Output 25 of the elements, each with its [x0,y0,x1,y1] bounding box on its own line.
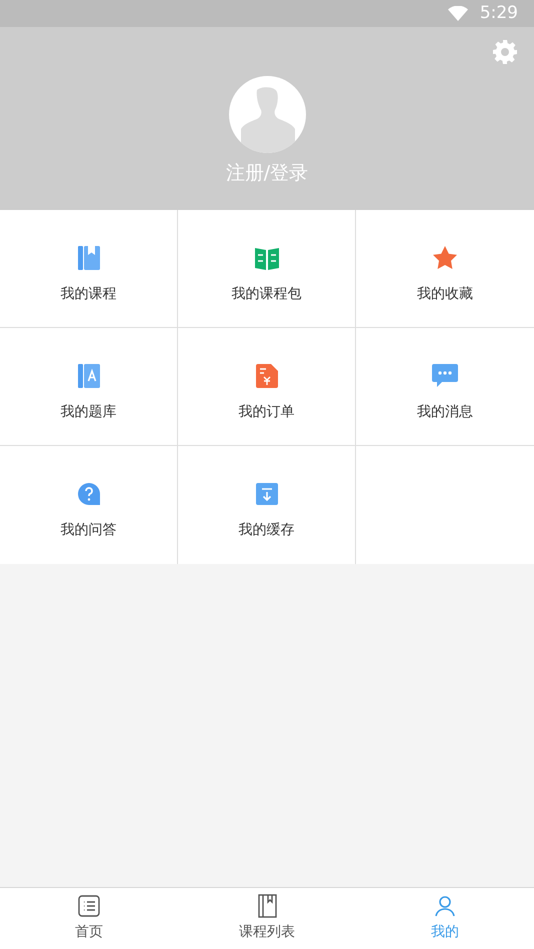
menu-item[interactable]: 我的收藏 [356,210,534,328]
book-icon [258,894,276,918]
open-book-icon [254,246,278,270]
book-icon [78,364,100,388]
wifi-icon [448,6,468,21]
menu-item[interactable]: 我的缓存 [178,446,356,564]
menu-item[interactable]: 我的课程包 [178,210,356,328]
status-time: 5:29 [480,2,518,25]
nav-tab[interactable]: 课程列表 [178,888,356,949]
menu-item[interactable]: 我的消息 [356,328,534,446]
person-icon [434,895,456,917]
chat-icon [432,364,458,388]
book-icon [78,246,100,270]
list-icon [78,895,100,917]
nav-tab[interactable]: 首页 [0,888,178,949]
download-icon [256,483,278,505]
bill-icon [256,364,278,388]
avatar[interactable] [228,76,306,153]
menu-item[interactable]: 我的订单 [178,328,356,446]
star-icon [432,246,458,270]
menu-item[interactable]: 我的题库 [0,328,178,446]
settings-icon[interactable] [493,40,517,64]
question-icon [78,483,100,505]
menu-item[interactable]: 我的问答 [0,446,178,564]
menu-item[interactable]: 我的课程 [0,210,178,328]
